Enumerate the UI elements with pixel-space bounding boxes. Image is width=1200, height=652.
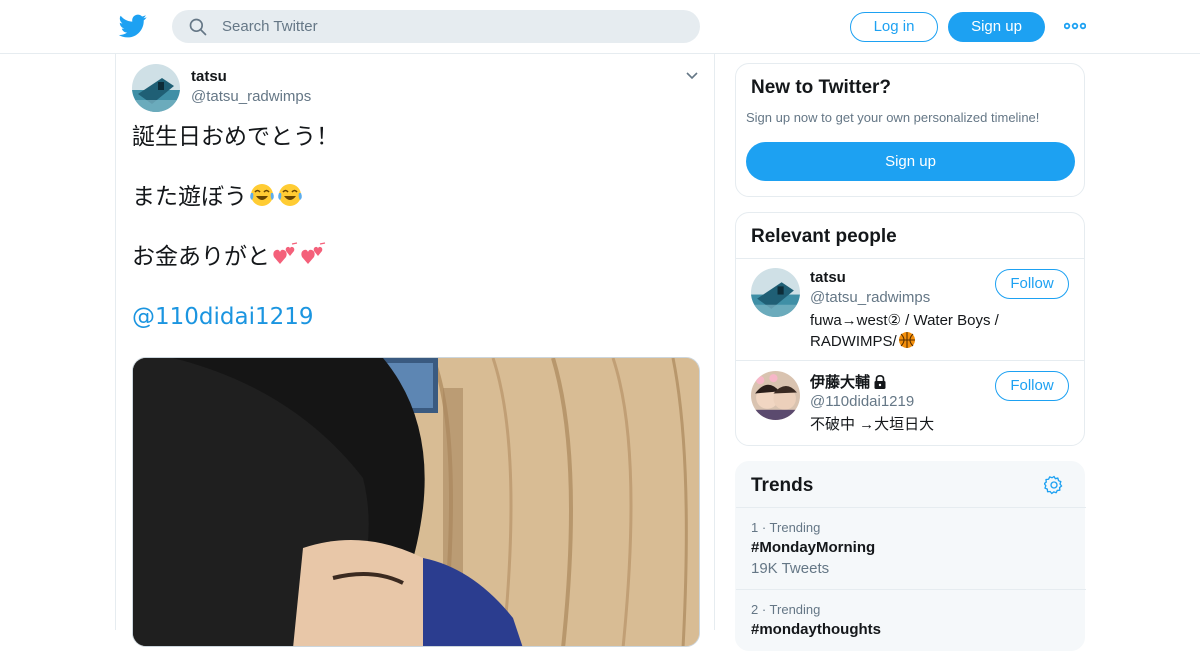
trend-item[interactable]: 2 · Trending #mondaythoughts xyxy=(736,589,1086,652)
search-icon xyxy=(189,18,207,36)
person-name[interactable]: tatsu xyxy=(810,269,846,286)
avatar[interactable] xyxy=(751,371,800,420)
more-options-icon[interactable] xyxy=(1064,16,1086,36)
trend-meta: 2 · Trending xyxy=(751,602,821,617)
trends-card: Trends 1 · Trending #MondayMorning 19K T… xyxy=(735,461,1086,652)
follow-button[interactable]: Follow xyxy=(995,371,1069,401)
trends-title: Trends xyxy=(751,475,814,496)
lock-icon xyxy=(874,374,886,389)
signup-big-button[interactable]: Sign up xyxy=(746,142,1075,181)
search-input[interactable] xyxy=(222,10,682,43)
avatar[interactable] xyxy=(751,268,800,317)
relevant-people-title: Relevant people xyxy=(751,226,897,247)
top-navigation-bar: Log in Sign up xyxy=(0,0,1200,54)
new-to-twitter-subtitle: Sign up now to get your own personalized… xyxy=(746,110,1040,125)
gear-icon[interactable] xyxy=(1044,475,1064,495)
person-bio: 不破中 →大垣日大 xyxy=(810,416,935,433)
login-button[interactable]: Log in xyxy=(850,12,938,42)
two-hearts-icon xyxy=(301,242,326,264)
two-hearts-icon xyxy=(273,242,298,264)
face-with-tears-of-joy-icon xyxy=(278,184,302,206)
person-name[interactable]: 伊藤大輔 xyxy=(810,371,888,392)
tweet-author-name[interactable]: tatsu xyxy=(191,68,227,85)
tweet-photo[interactable] xyxy=(132,357,700,647)
person-bio: fuwa→west② / Water Boys / RADWIMPS/ xyxy=(810,311,1050,352)
tweet-text-segment: また遊ぼう xyxy=(132,184,247,210)
person-handle[interactable]: @tatsu_radwimps xyxy=(810,289,930,306)
person-item[interactable]: 伊藤大輔 @110didai1219 不破中 →大垣日大 Follow xyxy=(736,361,1084,447)
trend-hashtag[interactable]: #MondayMorning xyxy=(751,539,875,556)
signup-button[interactable]: Sign up xyxy=(948,12,1045,42)
tweet-text: 誕生日おめでとう！ また遊ぼう お金ありがと @110didai1219 xyxy=(132,122,339,332)
avatar[interactable] xyxy=(132,64,180,112)
face-with-tears-of-joy-icon xyxy=(250,184,274,206)
relevant-people-card: Relevant people tatsu @tatsu_radwimps fu… xyxy=(735,212,1085,446)
follow-button[interactable]: Follow xyxy=(995,269,1069,299)
tweet-text-line: お金ありがと xyxy=(132,242,339,272)
tweet-mention-link[interactable]: @110didai1219 xyxy=(132,302,339,332)
tweet-author-handle[interactable]: @tatsu_radwimps xyxy=(191,88,311,105)
new-to-twitter-card: New to Twitter? Sign up now to get your … xyxy=(735,63,1085,197)
trend-meta: 1 · Trending xyxy=(751,520,821,535)
tweet-text-segment: お金ありがと xyxy=(132,244,270,270)
tweet-text-line: 誕生日おめでとう！ xyxy=(132,124,339,150)
tweet-text-line: また遊ぼう xyxy=(132,182,339,212)
search-box[interactable] xyxy=(172,10,700,43)
trend-item[interactable]: 1 · Trending #MondayMorning 19K Tweets xyxy=(736,507,1086,589)
tweet-card: tatsu @tatsu_radwimps 誕生日おめでとう！ また遊ぼう お金… xyxy=(115,54,715,647)
basketball-icon xyxy=(898,332,915,348)
new-to-twitter-title: New to Twitter? xyxy=(751,77,892,98)
trend-tweet-count: 19K Tweets xyxy=(751,560,830,577)
person-handle[interactable]: @110didai1219 xyxy=(810,393,914,410)
chevron-down-icon[interactable] xyxy=(684,68,700,84)
twitter-bird-logo-icon[interactable] xyxy=(118,12,148,40)
person-item[interactable]: tatsu @tatsu_radwimps fuwa→west② / Water… xyxy=(736,259,1084,360)
person-name-text[interactable]: 伊藤大輔 xyxy=(810,374,870,391)
